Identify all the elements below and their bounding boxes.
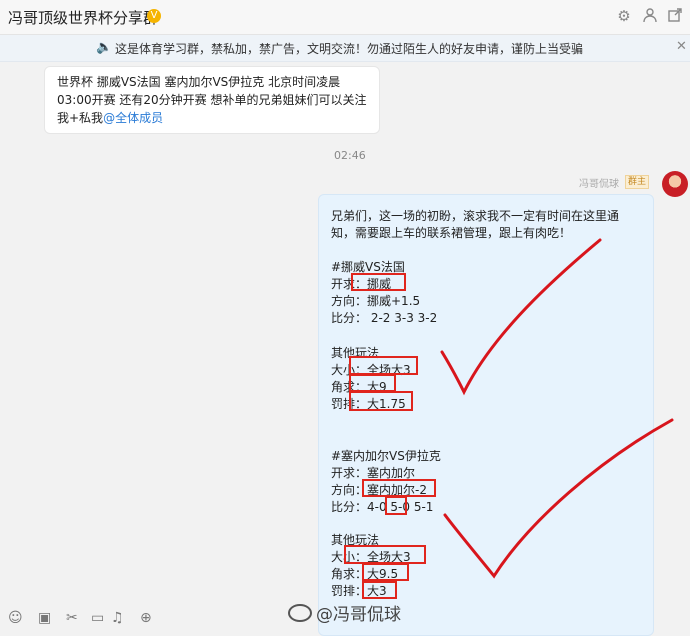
message-text: 我+私我	[57, 111, 104, 125]
emoji-icon[interactable]: ☺	[8, 610, 23, 626]
share-icon[interactable]	[666, 7, 684, 25]
highlight-box	[362, 563, 409, 581]
highlight-box	[385, 496, 407, 515]
group-title: 冯哥顶级世界杯分享群	[8, 9, 159, 27]
avatar[interactable]	[662, 171, 688, 197]
message-line: 03:00开赛 还有20分钟开赛 想补单的兄弟姐妹们可以关注	[57, 93, 367, 107]
image-icon[interactable]: ▣	[38, 610, 51, 626]
match2-score: 比分：4-0 5-0 5-1	[331, 500, 434, 514]
speaker-icon: 🔈	[96, 40, 113, 55]
message-line: 知，需要跟上车的联系裙管理，跟上有肉吃！	[331, 226, 572, 240]
highlight-box	[349, 374, 396, 392]
message-bubble-outgoing: 兄弟们，这一场的初盼，滚求我不一定有时间在这里通 知，需要跟上车的联系裙管理，跟…	[318, 194, 654, 636]
more-icon[interactable]: ⊕	[140, 610, 152, 626]
weibo-logo-icon	[288, 604, 312, 622]
highlight-box	[344, 545, 426, 564]
label: 罚排	[331, 584, 356, 598]
notice-text: 这是体育学习群，禁私加，禁广告，文明交流！勿通过陌生人的好友申请，谨防上当受骗	[115, 42, 584, 56]
message-line: 兄弟们，这一场的初盼，滚求我不一定有时间在这里通	[331, 209, 620, 223]
match1-score: 比分： 2-2 3-3 3-2	[331, 311, 438, 325]
message-line: 我+私我@全体成员	[57, 109, 163, 126]
sender-name[interactable]: 冯哥侃球	[579, 175, 619, 190]
close-icon[interactable]: ✕	[676, 39, 687, 54]
verified-badge-icon: V	[147, 9, 161, 23]
group-notice-bar: 🔈 这是体育学习群，禁私加，禁广告，文明交流！勿通过陌生人的好友申请，谨防上当受…	[0, 35, 690, 62]
watermark: @冯哥侃球	[288, 600, 401, 625]
highlight-box	[362, 479, 436, 497]
user-icon[interactable]	[641, 7, 659, 25]
scissors-icon[interactable]: ✂	[66, 610, 78, 626]
highlight-box	[351, 273, 406, 291]
highlight-box	[362, 581, 397, 599]
match1-direction: 方向：挪威+1.5	[331, 294, 421, 308]
input-toolbar: ☺ ▣ ✂ ▭ ♫ ⊕	[0, 606, 300, 626]
role-badge: 群主	[625, 175, 650, 189]
highlight-box	[349, 391, 413, 411]
timestamp: 02:46	[334, 149, 366, 162]
chat-header: 冯哥顶级世界杯分享群 V ⚙	[0, 0, 690, 35]
match2-title: #塞内加尔VS伊拉克	[331, 449, 441, 463]
watermark-text: @冯哥侃球	[316, 605, 401, 625]
mention-link[interactable]: @全体成员	[103, 111, 163, 125]
label: 角求	[331, 567, 356, 581]
gear-icon[interactable]: ⚙	[615, 7, 633, 25]
label: 方向	[331, 483, 356, 497]
message-line: 世界杯 挪威VS法国 塞内加尔VS伊拉克 北京时间凌晨	[57, 75, 341, 89]
highlight-box	[349, 356, 418, 375]
file-icon[interactable]: ▭	[91, 610, 104, 626]
message-bubble-incoming: 世界杯 挪威VS法国 塞内加尔VS伊拉克 北京时间凌晨 03:00开赛 还有20…	[44, 66, 380, 134]
bell-icon[interactable]: ♫	[111, 610, 124, 626]
